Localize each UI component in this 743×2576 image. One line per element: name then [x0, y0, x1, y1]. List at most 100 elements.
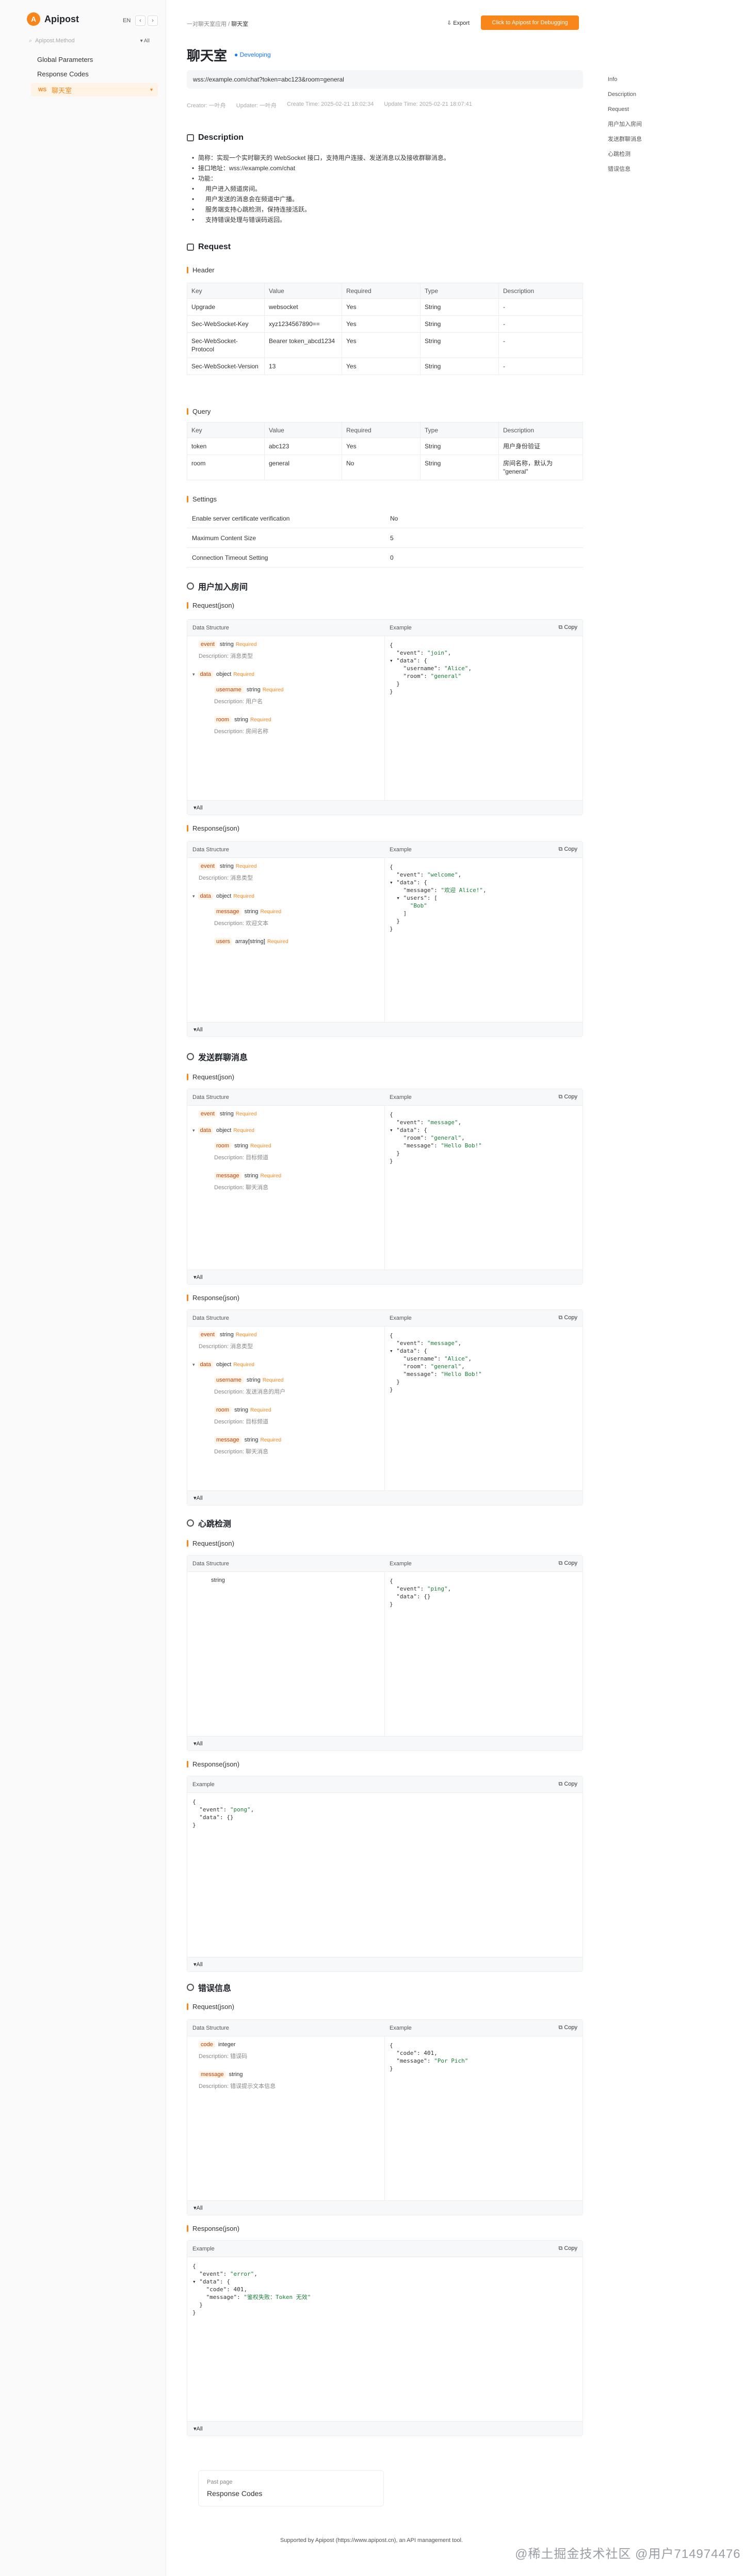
- chevron-down-icon[interactable]: ▾: [192, 672, 195, 677]
- desc-prefix: Description:: [199, 653, 229, 659]
- col-value: Value: [264, 283, 342, 299]
- col-key: Key: [187, 283, 265, 299]
- code-example: { "event": "pong", "data": {} }: [192, 1799, 254, 1828]
- grid-icon: [187, 244, 194, 251]
- expand-all-button[interactable]: ▾ All: [187, 1957, 583, 1971]
- data-structure-label: Data Structure: [192, 624, 229, 631]
- field-code: code integer Description: 错误码: [199, 2041, 247, 2060]
- logo[interactable]: A Apipost: [27, 12, 79, 26]
- sidebar-item-chatroom[interactable]: WS 聊天室 ▾: [31, 83, 158, 96]
- copy-button[interactable]: ⧉ Copy: [558, 2245, 577, 2252]
- debug-button[interactable]: Click to Apipost for Debugging: [481, 15, 579, 30]
- desc-prefix: Description:: [214, 920, 245, 927]
- field-desc: Description: 目标频道: [214, 1417, 271, 1425]
- expand-all-button[interactable]: ▾ All: [187, 2200, 583, 2215]
- field-room: room string Required Description: 目标频道: [214, 1406, 271, 1425]
- expand-all-button[interactable]: ▾ All: [187, 1022, 583, 1036]
- export-button[interactable]: ⇩ Export: [447, 20, 470, 26]
- field-type: string: [219, 641, 234, 647]
- example-label: Example: [390, 1560, 412, 1567]
- expand-all-button[interactable]: ▾ All: [187, 1270, 583, 1284]
- chevron-down-icon[interactable]: ▾: [192, 1362, 195, 1367]
- desc-prefix: Description:: [214, 699, 245, 705]
- search-bar[interactable]: ⌕ Apipost.Method ▾ All: [29, 34, 158, 47]
- copy-button[interactable]: ⧉ Copy: [558, 2024, 577, 2031]
- response-json-label: Response(json): [187, 1294, 239, 1302]
- expand-all-button[interactable]: ▾ All: [187, 1490, 583, 1505]
- toc-item[interactable]: Info: [607, 72, 642, 87]
- copy-label: Copy: [564, 624, 577, 630]
- sidebar: A Apipost EN ‹ › ⌕ Apipost.Method ▾ All …: [0, 0, 166, 2576]
- event-message-heading: 发送群聊消息: [187, 1050, 248, 1063]
- panel-header: Data Structure Example ⧉ Copy: [187, 620, 583, 636]
- toc-item[interactable]: 错误信息: [607, 162, 642, 177]
- settings-subheading: Settings: [187, 495, 217, 503]
- copy-button[interactable]: ⧉ Copy: [558, 1315, 577, 1321]
- field-required: Required: [233, 894, 254, 899]
- copy-button[interactable]: ⧉ Copy: [558, 846, 577, 853]
- search-filter-select[interactable]: ▾ All: [140, 38, 150, 44]
- url-box[interactable]: wss://example.com/chat?token=abc123&room…: [187, 70, 583, 89]
- code-example: { "event": "error", ▾ "data": { "code": …: [192, 2263, 311, 2316]
- panel-divider: [384, 636, 385, 800]
- breadcrumb-parent[interactable]: 一对聊天室应用: [187, 21, 227, 27]
- copy-label: Copy: [564, 1094, 577, 1100]
- request-title: Request: [198, 242, 231, 251]
- desc-line: 简称：实现一个实时聊天的 WebSocket 接口，支持用户连接、发送消息以及接…: [192, 153, 450, 163]
- all-label: All: [196, 1740, 203, 1747]
- table-header-row: Key Value Required Type Description: [187, 283, 583, 299]
- request-json-text: Request(json): [192, 2003, 234, 2011]
- field-desc: Description: 目标频道: [214, 1153, 271, 1161]
- field-type: array[string]: [235, 938, 265, 945]
- toc-item[interactable]: Description: [607, 87, 642, 102]
- col-type: Type: [420, 422, 499, 438]
- copy-button[interactable]: ⧉ Copy: [558, 1094, 577, 1100]
- table-cell: Sec-WebSocket-Protocol: [187, 332, 265, 358]
- sidebar-item-global-parameters[interactable]: Global Parameters: [37, 56, 93, 63]
- field-room: room string Required Description: 房间名称: [214, 716, 271, 735]
- copy-button[interactable]: ⧉ Copy: [558, 624, 577, 631]
- description-heading: Description: [187, 133, 244, 142]
- copy-button[interactable]: ⧉ Copy: [558, 1781, 577, 1788]
- desc-prefix: Description:: [199, 875, 229, 881]
- search-input[interactable]: Apipost.Method: [35, 38, 74, 44]
- update-time: Update Time: 2025-02-21 18:07:41: [384, 101, 472, 107]
- field-required: Required: [262, 1378, 284, 1383]
- desc-text: 目标频道: [246, 1419, 269, 1425]
- expand-icon[interactable]: ›: [148, 15, 158, 26]
- copy-button[interactable]: ⧉ Copy: [558, 1560, 577, 1567]
- desc-text: 目标频道: [246, 1155, 269, 1161]
- expand-all-button[interactable]: ▾ All: [187, 2421, 583, 2436]
- data-structure-label: Data Structure: [192, 1315, 229, 1321]
- col-required: Required: [342, 422, 421, 438]
- all-label: All: [196, 2205, 203, 2211]
- language-switch[interactable]: EN: [123, 18, 131, 24]
- message-request-panel: Data Structure Example ⧉ Copy event string R…: [187, 1089, 583, 1285]
- chevron-down-icon[interactable]: ▾: [192, 1128, 195, 1133]
- error-request-panel: Data Structure Example ⧉ Copy code integer D…: [187, 2019, 583, 2215]
- copy-icon: ⧉: [558, 1781, 564, 1787]
- expand-all-button[interactable]: ▾ All: [187, 800, 583, 815]
- example-label: Example: [192, 1781, 215, 1788]
- toc-item[interactable]: Request: [607, 102, 642, 117]
- toc-item[interactable]: 心跳检测: [607, 147, 642, 162]
- toc-item[interactable]: 用户加入房间: [607, 117, 642, 132]
- sidebar-item-response-codes[interactable]: Response Codes: [37, 70, 89, 78]
- field-type: string: [246, 1377, 261, 1383]
- example-label: Example: [390, 1094, 412, 1100]
- prev-page-card[interactable]: Past page Response Codes: [198, 2470, 384, 2506]
- field-username: username string Required Description: 用户名: [214, 686, 283, 705]
- table-cell: Bearer token_abcd1234: [264, 332, 342, 358]
- field-type: string: [219, 1332, 234, 1338]
- field-message: message string Required Description: 欢迎文本: [214, 908, 281, 927]
- table-cell: Upgrade: [187, 298, 265, 316]
- toc-item[interactable]: 发送群聊消息: [607, 132, 642, 147]
- table-cell: -: [498, 358, 583, 375]
- collapse-icon[interactable]: ‹: [135, 15, 146, 26]
- expand-all-button[interactable]: ▾ All: [187, 1736, 583, 1751]
- query-label: Query: [192, 408, 211, 415]
- all-label: All: [196, 1495, 203, 1501]
- chevron-down-icon[interactable]: ▾: [192, 894, 195, 899]
- setting-name: Maximum Content Size: [192, 534, 256, 542]
- table-row: Sec-WebSocket-Protocol Bearer token_abcd1…: [187, 332, 583, 358]
